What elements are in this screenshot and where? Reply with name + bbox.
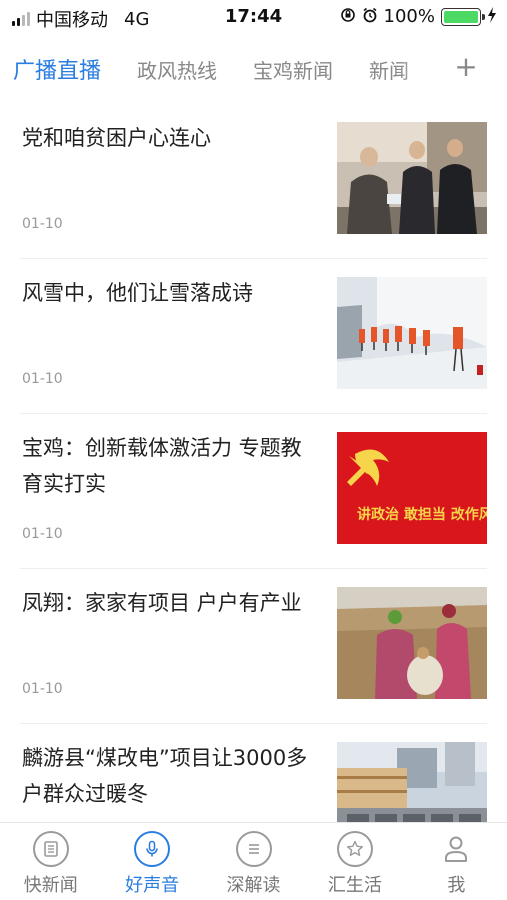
star-icon: [336, 831, 373, 867]
channel-tabs-track: 广播直播 政风热线 宝鸡新闻 新闻: [0, 53, 440, 85]
news-title: 宝鸡：创新载体激活力 专题教育实打实: [22, 436, 302, 496]
tabs-fade: [400, 53, 440, 85]
news-item[interactable]: 党和咱贫困户心连心 01-10: [20, 104, 487, 259]
nav-kuai-xinwen[interactable]: 快新闻: [0, 823, 101, 900]
orientation-lock-icon: [340, 7, 356, 26]
channel-tabs: 广播直播 政风热线 宝鸡新闻 新闻 +: [0, 44, 507, 94]
nav-wo[interactable]: 我: [406, 823, 507, 900]
alarm-icon: [362, 7, 378, 26]
news-icon: [32, 831, 69, 867]
list-icon: [235, 831, 272, 867]
news-date: 01-10: [22, 681, 63, 697]
news-title: 党和咱贫困户心连心: [22, 126, 211, 150]
news-thumbnail: 讲政治 敢担当 改作风: [337, 432, 487, 544]
bottom-navigation: 快新闻 好声音 深解读 汇生活 我: [0, 822, 507, 900]
nav-hui-shenghuo[interactable]: 汇生活: [304, 823, 405, 900]
nav-label: 深解读: [226, 875, 281, 896]
news-date: 01-10: [22, 371, 63, 387]
status-bar: 中国移动 4G 17:44 100%: [0, 0, 507, 34]
news-date: 01-10: [22, 526, 63, 542]
battery-percent: 100%: [383, 6, 435, 27]
add-channel-button[interactable]: +: [451, 50, 481, 83]
news-thumbnail: [337, 122, 487, 234]
tab-baoji-xinwen[interactable]: 宝鸡新闻: [253, 55, 333, 84]
news-item[interactable]: 风雪中，他们让雪落成诗 01-10: [20, 259, 487, 414]
nav-shen-jiedu[interactable]: 深解读: [203, 823, 304, 900]
news-date: 01-10: [22, 216, 63, 232]
news-list: 党和咱贫困户心连心 01-10 风雪中，他们让雪落成诗 01-10 宝鸡：创新载…: [0, 104, 507, 879]
news-thumbnail: [337, 587, 487, 699]
charging-icon: [487, 7, 497, 26]
news-title: 凤翔：家家有项目 户户有产业: [22, 591, 302, 615]
nav-label: 快新闻: [23, 875, 78, 896]
nav-label: 我: [447, 875, 466, 896]
nav-label: 汇生活: [327, 875, 382, 896]
person-icon: [438, 831, 474, 867]
news-thumbnail: [337, 277, 487, 389]
tab-zhengfeng-rexian[interactable]: 政风热线: [137, 55, 217, 84]
news-title: 风雪中，他们让雪落成诗: [22, 281, 253, 305]
news-item[interactable]: 宝鸡：创新载体激活力 专题教育实打实 01-10 讲政治 敢担当 改作风: [20, 414, 487, 569]
party-banner-text: 讲政治 敢担当 改作风: [357, 507, 487, 523]
tab-guangbo-zhibo[interactable]: 广播直播: [13, 53, 101, 85]
nav-label: 好声音: [125, 875, 180, 896]
microphone-icon: [134, 831, 171, 867]
battery-icon: [441, 7, 485, 26]
news-title: 麟游县“煤改电”项目让3000多户群众过暖冬: [22, 746, 308, 806]
nav-hao-shengyin[interactable]: 好声音: [101, 823, 202, 900]
news-item[interactable]: 凤翔：家家有项目 户户有产业 01-10: [20, 569, 487, 724]
status-right: 100%: [340, 6, 497, 27]
